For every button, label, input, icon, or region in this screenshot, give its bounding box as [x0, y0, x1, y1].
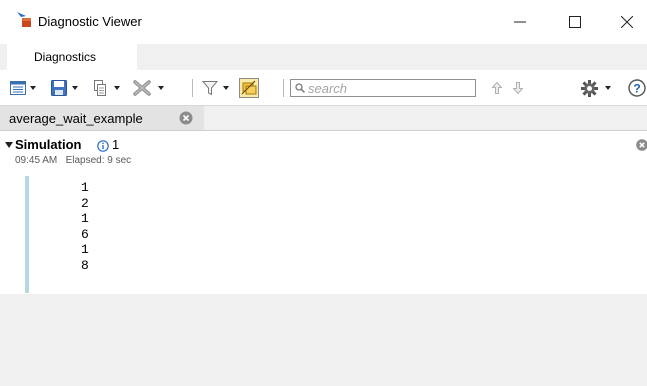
- output-line: 1: [81, 242, 89, 258]
- search-icon: [295, 83, 305, 93]
- simulation-output: 1 2 1 6 1 8: [81, 180, 89, 274]
- search-input[interactable]: [305, 81, 458, 95]
- view-options-icon: [10, 81, 26, 95]
- maximize-button[interactable]: [552, 0, 598, 44]
- help-button[interactable]: ?: [626, 70, 647, 106]
- chevron-down-icon: [114, 86, 120, 90]
- empty-panel: [0, 294, 647, 386]
- save-button[interactable]: [50, 70, 67, 106]
- model-tab[interactable]: average_wait_example: [0, 106, 204, 130]
- group-by-icon: [239, 78, 259, 98]
- toolbar-separator: [283, 79, 284, 97]
- view-options-dropdown[interactable]: [28, 70, 38, 106]
- gear-icon: [580, 79, 598, 97]
- output-accent-bar: [25, 176, 29, 293]
- tab-diagnostics[interactable]: Diagnostics: [7, 44, 137, 70]
- filter-dropdown[interactable]: [221, 70, 231, 106]
- save-icon: [50, 80, 67, 96]
- diagnostics-content: Simulation 1 09:45 AM Elapsed: 9 sec 1 2…: [0, 130, 647, 294]
- chevron-down-icon: [223, 86, 229, 90]
- search-box[interactable]: [290, 79, 476, 97]
- arrow-down-icon: [513, 82, 523, 94]
- toolbar-separator: [192, 79, 193, 97]
- settings-dropdown[interactable]: [603, 70, 613, 106]
- message-count: 1: [112, 137, 120, 152]
- copy-icon: [93, 80, 106, 96]
- collapse-toggle-icon[interactable]: [5, 142, 13, 148]
- chevron-down-icon: [30, 86, 36, 90]
- output-line: 1: [81, 180, 89, 195]
- search-previous-button[interactable]: [491, 70, 503, 106]
- model-tab-row: average_wait_example: [0, 106, 647, 130]
- filter-button[interactable]: [202, 70, 218, 106]
- model-tab-label: average_wait_example: [9, 110, 143, 126]
- output-line: 1: [81, 211, 89, 227]
- minimize-icon: [514, 21, 526, 23]
- toolbar: ?: [0, 70, 647, 106]
- simulink-arrow-icon: [14, 10, 34, 30]
- clear-button[interactable]: [132, 70, 152, 106]
- copy-dropdown[interactable]: [112, 70, 122, 106]
- filter-icon: [202, 81, 218, 96]
- help-icon: ?: [627, 79, 646, 97]
- output-line: 6: [81, 226, 89, 242]
- group-by-button[interactable]: [238, 70, 260, 106]
- simulation-timestamp: 09:45 AM Elapsed: 9 sec: [15, 155, 132, 166]
- minimize-button[interactable]: [497, 0, 543, 44]
- chevron-down-icon: [605, 86, 611, 90]
- clear-dropdown[interactable]: [156, 70, 166, 106]
- tab-close-icon[interactable]: [179, 111, 193, 125]
- dismiss-icon[interactable]: [636, 138, 647, 151]
- title-bar[interactable]: Diagnostic Viewer: [0, 0, 647, 44]
- maximize-icon: [569, 16, 581, 28]
- diagnostic-viewer-window: Diagnostic Viewer Diagnostics search ? a…: [0, 0, 647, 386]
- chevron-down-icon: [158, 86, 164, 90]
- search-next-button[interactable]: [512, 70, 524, 106]
- close-icon: [621, 16, 633, 28]
- window-title: Diagnostic Viewer: [38, 14, 142, 29]
- clear-icon: [133, 80, 151, 96]
- close-button[interactable]: [604, 0, 647, 44]
- view-options-button[interactable]: [10, 70, 26, 106]
- info-icon: [97, 139, 109, 152]
- output-line: 2: [81, 195, 89, 211]
- output-line: 8: [81, 257, 89, 273]
- svg-text:?: ?: [633, 82, 640, 96]
- chevron-down-icon: [72, 86, 78, 90]
- simulation-label[interactable]: Simulation: [15, 137, 81, 152]
- settings-button[interactable]: [580, 70, 598, 106]
- save-dropdown[interactable]: [70, 70, 80, 106]
- copy-button[interactable]: [91, 70, 108, 106]
- arrow-up-icon: [492, 82, 502, 94]
- ribbon-tab-strip: Diagnostics: [0, 44, 647, 70]
